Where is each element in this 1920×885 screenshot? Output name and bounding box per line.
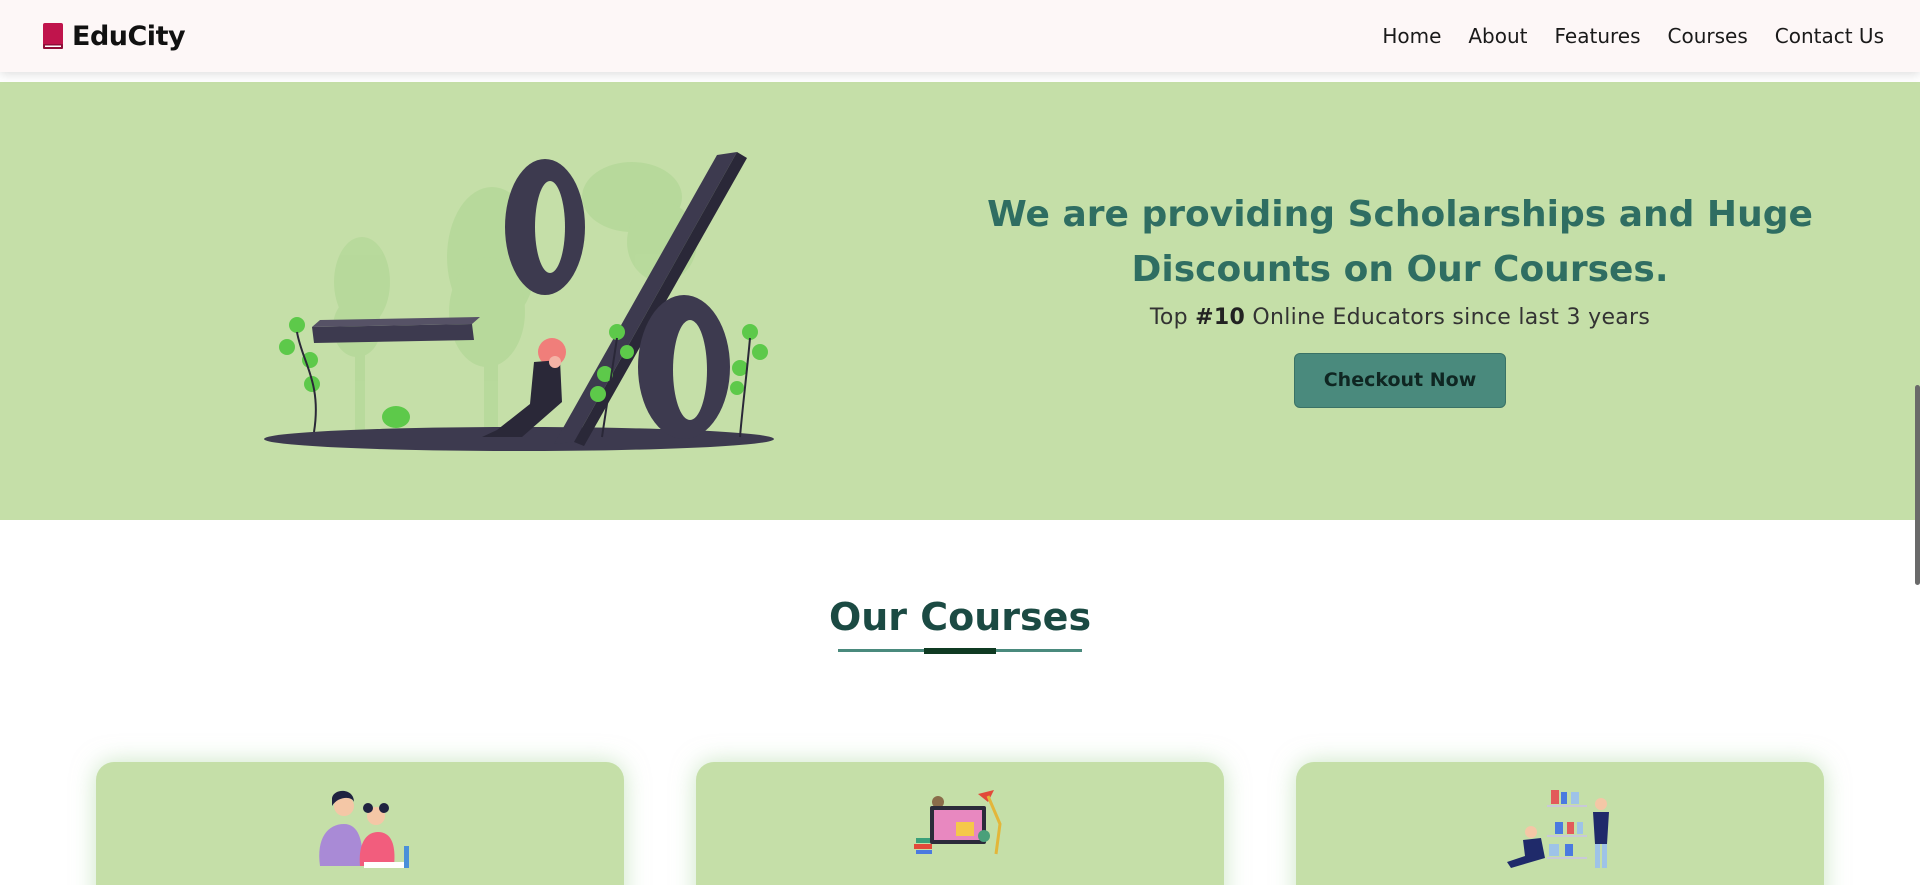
nav-features[interactable]: Features — [1555, 24, 1641, 48]
minus-sign — [312, 317, 480, 343]
courses-section-header: Our Courses — [0, 595, 1920, 643]
nav-courses[interactable]: Courses — [1668, 24, 1748, 48]
course-card-3[interactable] — [1296, 762, 1824, 885]
nav-home[interactable]: Home — [1382, 24, 1441, 48]
promo-sub-highlight: #10 — [1195, 305, 1246, 330]
main-nav: Home About Features Courses Contact Us — [1382, 24, 1884, 48]
courses-title: Our Courses — [828, 595, 1092, 639]
promo-title-line2: Discounts on Our Courses. — [1131, 249, 1669, 290]
promo-sub-suffix: Online Educators since last 3 years — [1245, 305, 1651, 330]
students-studying-icon — [319, 790, 409, 868]
book-icon — [43, 23, 63, 49]
page-scrollbar[interactable] — [1915, 385, 1920, 585]
course-card-1[interactable] — [96, 762, 624, 885]
online-learning-desk-icon — [914, 790, 1002, 855]
navbar: EduCity Home About Features Courses Cont… — [0, 0, 1920, 72]
brand-name: EduCity — [72, 20, 186, 52]
checkout-now-button[interactable]: Checkout Now — [1294, 353, 1506, 408]
promo-title-line1: We are providing Scholarships and Huge — [987, 194, 1813, 235]
course-card-2[interactable] — [696, 762, 1224, 885]
nav-contact-us[interactable]: Contact Us — [1775, 24, 1884, 48]
promo-sub-prefix: Top — [1149, 305, 1196, 330]
nav-about[interactable]: About — [1468, 24, 1527, 48]
library-bookshelf-icon — [1507, 790, 1609, 868]
promo-title: We are providing Scholarships and Huge D… — [975, 187, 1825, 297]
title-underline — [838, 648, 1082, 654]
discount-illustration — [264, 152, 774, 451]
underline-accent — [924, 648, 996, 654]
brand-logo[interactable]: EduCity — [42, 20, 186, 52]
promo-text: We are providing Scholarships and Huge D… — [975, 187, 1825, 408]
promo-subtitle: Top #10 Online Educators since last 3 ye… — [975, 305, 1825, 330]
